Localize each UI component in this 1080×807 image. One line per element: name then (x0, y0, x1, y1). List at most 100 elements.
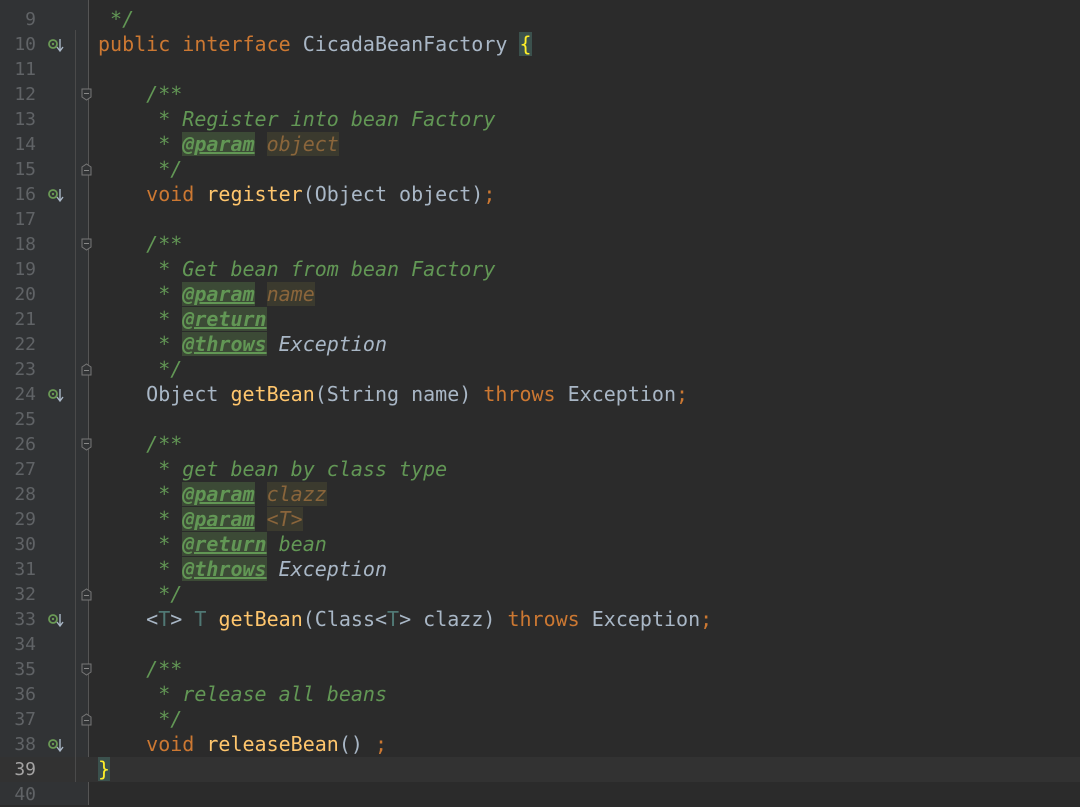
code-text[interactable]: void releaseBean() ; (98, 732, 387, 757)
code-line[interactable]: 13 * Register into bean Factory (0, 107, 1080, 132)
code-text[interactable]: /** (98, 82, 182, 107)
code-text[interactable]: * Register into bean Factory (98, 107, 495, 132)
code-token: Exception (278, 557, 388, 581)
code-token: ; (483, 182, 496, 206)
code-text[interactable]: * get bean by class type (98, 457, 447, 482)
implementation-down-arrow-icon[interactable] (48, 612, 64, 628)
code-line[interactable]: 22 * @throws Exception (0, 332, 1080, 357)
fold-marker-icon[interactable] (81, 88, 92, 101)
code-text[interactable]: * @throws Exception (98, 557, 387, 582)
fold-marker-icon[interactable] (81, 663, 92, 676)
fold-marker-icon[interactable] (81, 713, 92, 726)
code-text[interactable]: <T> T getBean(Class<T> clazz) throws Exc… (98, 607, 712, 632)
code-line[interactable]: 34 (0, 632, 1080, 657)
code-line[interactable]: 31 * @throws Exception (0, 557, 1080, 582)
code-line[interactable]: 37 */ (0, 707, 1080, 732)
code-token: name (266, 282, 315, 306)
code-token: * Get bean from bean Factory (98, 257, 496, 281)
code-line[interactable]: 21 * @return (0, 307, 1080, 332)
code-text[interactable]: * release all beans (98, 682, 387, 707)
code-text[interactable]: /** (98, 432, 182, 457)
code-line[interactable]: 15 */ (0, 157, 1080, 182)
fold-marker-icon[interactable] (81, 588, 92, 601)
fold-marker-icon[interactable] (81, 363, 92, 376)
code-token: */ (98, 157, 183, 181)
code-text[interactable]: * @return (98, 307, 267, 332)
code-token: /** (98, 232, 183, 256)
code-text[interactable]: */ (98, 157, 182, 182)
code-text[interactable]: } (98, 757, 111, 782)
implementation-down-arrow-icon[interactable] (48, 387, 64, 403)
line-number: 16 (14, 184, 36, 205)
code-line[interactable]: 20 * @param name (0, 282, 1080, 307)
code-token: @param (182, 132, 255, 156)
code-token: * release all beans (98, 682, 387, 706)
code-text[interactable]: public interface CicadaBeanFactory { (98, 32, 532, 57)
code-line[interactable]: 28 * @param clazz (0, 482, 1080, 507)
code-text[interactable]: * @throws Exception (98, 332, 387, 357)
code-line[interactable]: 30 * @return bean (0, 532, 1080, 557)
code-line[interactable]: 16 void register(Object object); (0, 182, 1080, 207)
line-number: 36 (14, 684, 36, 705)
code-line[interactable]: 32 */ (0, 582, 1080, 607)
code-line[interactable]: 24 Object getBean(String name) throws Ex… (0, 382, 1080, 407)
code-line[interactable]: 12 /** (0, 82, 1080, 107)
fold-marker-icon[interactable] (81, 163, 92, 176)
code-text[interactable]: /** (98, 657, 182, 682)
code-line[interactable]: 35 /** (0, 657, 1080, 682)
code-text[interactable]: * @param object (98, 132, 339, 157)
code-token: /** (98, 432, 183, 456)
line-number: 25 (14, 409, 36, 430)
code-line[interactable]: 38 void releaseBean() ; (0, 732, 1080, 757)
code-line[interactable]: 39} (0, 757, 1080, 782)
code-token: { (519, 32, 532, 56)
code-line[interactable]: 11 (0, 57, 1080, 82)
code-line[interactable]: 36 * release all beans (0, 682, 1080, 707)
code-line[interactable]: 29 * @param <T> (0, 507, 1080, 532)
code-token: ; (374, 732, 388, 756)
code-text[interactable]: * Get bean from bean Factory (98, 257, 495, 282)
line-number: 23 (14, 359, 36, 380)
code-line[interactable]: 23 */ (0, 357, 1080, 382)
implementation-down-arrow-icon[interactable] (48, 187, 64, 203)
code-text[interactable]: */ (98, 707, 182, 732)
line-number: 32 (14, 584, 36, 605)
code-token: */ (98, 707, 183, 731)
code-line[interactable]: 40 (0, 782, 1080, 807)
code-text[interactable]: * @return bean (98, 532, 327, 557)
code-text[interactable]: * @param clazz (98, 482, 327, 507)
code-text[interactable]: Object getBean(String name) throws Excep… (98, 382, 688, 407)
line-number: 35 (14, 659, 36, 680)
code-text[interactable]: */ (98, 357, 182, 382)
code-token: * Register into bean Factory (98, 107, 496, 131)
code-text[interactable]: */ (98, 7, 134, 32)
implementation-down-arrow-icon[interactable] (48, 37, 64, 53)
implementation-down-arrow-icon[interactable] (48, 737, 64, 753)
code-line[interactable]: 14 * @param object (0, 132, 1080, 157)
code-token: * (98, 557, 183, 581)
code-token: T (194, 607, 219, 631)
code-token: * (98, 282, 183, 306)
code-text[interactable]: */ (98, 582, 182, 607)
code-text[interactable]: /** (98, 232, 182, 257)
code-token: /** (98, 657, 183, 681)
code-line[interactable]: 9 */ (0, 7, 1080, 32)
code-token: T (387, 607, 400, 631)
code-line[interactable]: 18 /** (0, 232, 1080, 257)
code-token: */ (98, 357, 183, 381)
fold-marker-icon[interactable] (81, 238, 92, 251)
code-line[interactable]: 10 public interface CicadaBeanFactory { (0, 32, 1080, 57)
code-token: * (98, 307, 183, 331)
fold-marker-icon[interactable] (81, 438, 92, 451)
code-text[interactable]: * @param name (98, 282, 315, 307)
code-text[interactable]: * @param <T> (98, 507, 303, 532)
code-editor[interactable]: 9 */10 public interface CicadaBeanFactory… (0, 0, 1080, 805)
code-line[interactable]: 19 * Get bean from bean Factory (0, 257, 1080, 282)
code-line[interactable]: 27 * get bean by class type (0, 457, 1080, 482)
code-line[interactable]: 26 /** (0, 432, 1080, 457)
code-line[interactable]: 25 (0, 407, 1080, 432)
code-line[interactable]: 33 <T> T getBean(Class<T> clazz) throws … (0, 607, 1080, 632)
code-text[interactable]: void register(Object object); (98, 182, 495, 207)
code-line[interactable]: 17 (0, 207, 1080, 232)
